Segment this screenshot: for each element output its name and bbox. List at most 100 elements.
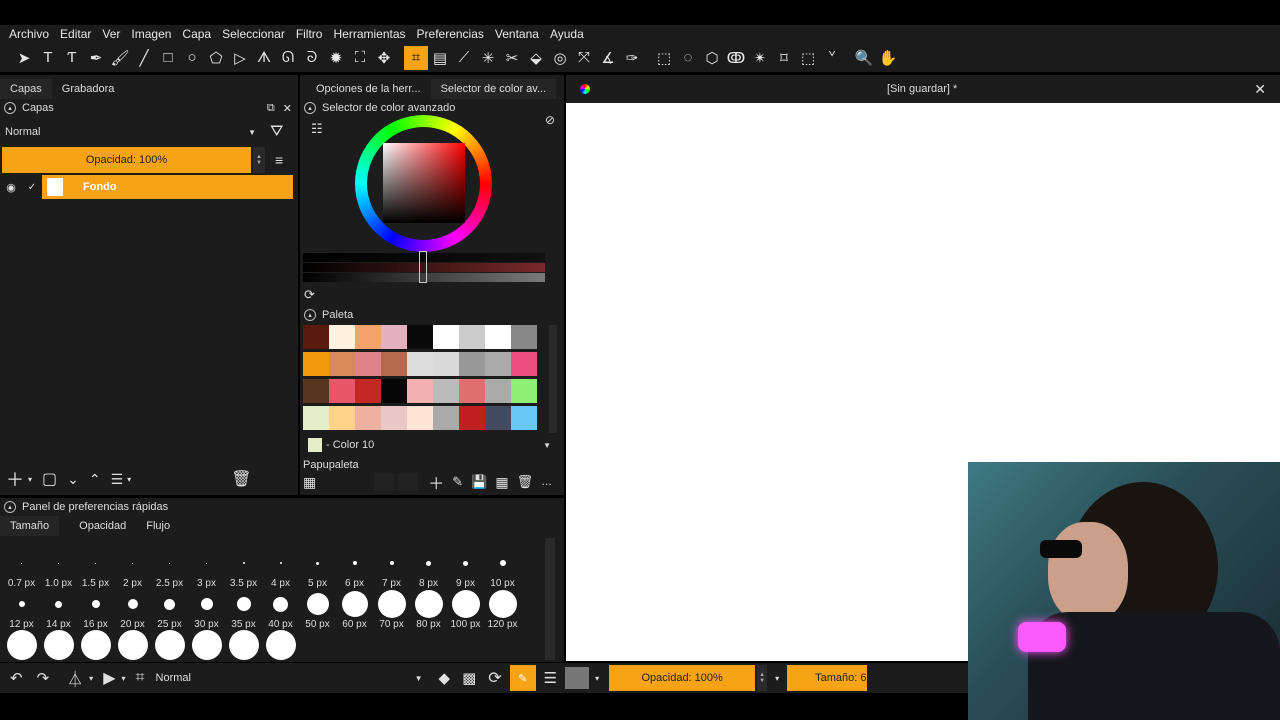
size-preset[interactable] bbox=[188, 630, 225, 660]
size-label[interactable]: 100 px bbox=[447, 619, 484, 630]
size-preset[interactable] bbox=[151, 630, 188, 660]
palette-swatch[interactable] bbox=[303, 352, 329, 376]
size-preset[interactable]: 3.5 px bbox=[225, 548, 262, 589]
size-preset[interactable] bbox=[151, 589, 188, 619]
palette-swatch[interactable] bbox=[485, 406, 511, 430]
opacity-spinner[interactable]: ▲ ▼ bbox=[757, 665, 768, 691]
ruler-icon[interactable]: ∡ bbox=[596, 46, 620, 70]
tab-tool-options[interactable]: Opciones de la herr... bbox=[300, 79, 431, 99]
palette-swatch[interactable] bbox=[329, 406, 355, 430]
layer-item[interactable]: Fondo bbox=[42, 175, 293, 199]
reload-icon[interactable]: ⟳ bbox=[488, 668, 501, 688]
palette-swatch[interactable] bbox=[329, 379, 355, 403]
palette-swatch[interactable] bbox=[355, 325, 381, 349]
size-label[interactable]: 60 px bbox=[336, 619, 373, 630]
opacity-slider[interactable]: Opacidad: 100% bbox=[2, 147, 251, 173]
bezier-icon[interactable]: ᗑ bbox=[252, 46, 276, 70]
alpha-lock-icon[interactable]: ▩ bbox=[462, 669, 476, 687]
move-down-icon[interactable]: ⌄ bbox=[67, 471, 79, 488]
reset-icon[interactable]: ⊘ bbox=[545, 113, 555, 127]
size-label[interactable]: 80 px bbox=[410, 619, 447, 630]
size-preset[interactable] bbox=[3, 589, 40, 619]
tab-opacidad[interactable]: Opacidad bbox=[69, 516, 136, 536]
size-preset[interactable] bbox=[188, 589, 225, 619]
wrap-icon[interactable]: ▶ bbox=[103, 668, 115, 688]
size-label[interactable]: 40 px bbox=[262, 619, 299, 630]
delete-layer-icon[interactable]: 🗑 bbox=[231, 469, 251, 489]
palette-grid-icon[interactable]: ▦ bbox=[303, 474, 316, 491]
arrow-shape-icon[interactable]: ▷ bbox=[228, 46, 252, 70]
chevron-down-icon[interactable]: ▾ bbox=[89, 674, 93, 683]
transform-icon[interactable]: ⤧ bbox=[572, 46, 596, 70]
palette-swatch[interactable] bbox=[459, 379, 485, 403]
palette-swatch[interactable] bbox=[511, 406, 537, 430]
size-label[interactable]: 14 px bbox=[40, 619, 77, 630]
size-preset[interactable]: 8 px bbox=[410, 548, 447, 589]
menu-item-preferencias[interactable]: Preferencias bbox=[417, 27, 484, 41]
hand-icon[interactable]: ✋ bbox=[876, 46, 900, 70]
palette-swatch[interactable] bbox=[433, 352, 459, 376]
size-preset[interactable]: 6 px bbox=[336, 548, 373, 589]
slider-handle[interactable] bbox=[419, 251, 427, 283]
menu-item-imagen[interactable]: Imagen bbox=[131, 27, 171, 41]
chevron-down-icon[interactable]: ▾ bbox=[122, 674, 126, 683]
gradient-icon[interactable]: ▤ bbox=[428, 46, 452, 70]
brush-opacity-slider[interactable]: Opacidad: 100% bbox=[609, 665, 756, 691]
crop-icon[interactable]: ⌗ bbox=[136, 669, 145, 687]
size-preset[interactable] bbox=[3, 630, 40, 660]
size-label[interactable]: 50 px bbox=[299, 619, 336, 630]
tab-capas[interactable]: Capas bbox=[0, 79, 52, 99]
brush-blend-select[interactable]: Normal ▼ bbox=[150, 667, 429, 689]
size-label[interactable]: 120 px bbox=[484, 619, 521, 630]
text-icon[interactable]: T bbox=[36, 46, 60, 70]
visibility-icon[interactable]: ◉ bbox=[0, 181, 22, 194]
collapse-icon[interactable]: ▴ bbox=[304, 309, 316, 321]
palette-swatch[interactable] bbox=[433, 325, 459, 349]
size-preset[interactable]: 4 px bbox=[262, 548, 299, 589]
undock-icon[interactable]: ⧉ bbox=[267, 102, 275, 115]
size-preset[interactable] bbox=[114, 630, 151, 660]
palette-swatch[interactable] bbox=[329, 325, 355, 349]
size-preset[interactable]: 0.7 px bbox=[3, 548, 40, 589]
size-label[interactable]: 30 px bbox=[188, 619, 225, 630]
palette-swatch[interactable] bbox=[303, 379, 329, 403]
add-color-icon[interactable]: ＋ bbox=[428, 470, 444, 494]
size-label[interactable]: 12 px bbox=[3, 619, 40, 630]
size-preset[interactable] bbox=[225, 630, 262, 660]
brush-tip-icon[interactable] bbox=[565, 667, 590, 689]
palette-swatch[interactable] bbox=[355, 379, 381, 403]
move-icon[interactable]: ✥ bbox=[372, 46, 396, 70]
size-preset[interactable] bbox=[77, 630, 114, 660]
layer-properties-icon[interactable]: ☰ bbox=[111, 471, 124, 488]
size-label[interactable]: 25 px bbox=[151, 619, 188, 630]
menu-item-editar[interactable]: Editar bbox=[60, 27, 91, 41]
size-label[interactable]: 16 px bbox=[77, 619, 114, 630]
size-preset[interactable]: 1.5 px bbox=[77, 548, 114, 589]
palette-swatch[interactable] bbox=[485, 325, 511, 349]
poly-select-icon[interactable]: ⬡ bbox=[700, 46, 724, 70]
palette-swatch[interactable] bbox=[485, 352, 511, 376]
polygon-icon[interactable]: ⬠ bbox=[204, 46, 228, 70]
size-preset[interactable]: 9 px bbox=[447, 548, 484, 589]
save-icon[interactable]: 💾 bbox=[471, 474, 487, 490]
ellipse-icon[interactable]: ○ bbox=[180, 46, 204, 70]
palette-swatch[interactable] bbox=[303, 406, 329, 430]
tab-color-selector[interactable]: Selector de color av... bbox=[430, 79, 557, 99]
ellipse-select-icon[interactable]: ◌ bbox=[676, 46, 700, 70]
curve-icon[interactable]: ᘐ bbox=[300, 46, 324, 70]
brush-size-slider[interactable]: Tamaño: 6 bbox=[787, 665, 868, 691]
zoom-icon[interactable]: 🔍 bbox=[852, 46, 876, 70]
add-layer-icon[interactable]: ＋ bbox=[6, 466, 24, 492]
menu-item-filtro[interactable]: Filtro bbox=[296, 27, 323, 41]
collapse-icon[interactable]: ▴ bbox=[4, 501, 16, 513]
chevron-down-icon[interactable]: ▾ bbox=[28, 475, 32, 484]
brush-icon[interactable]: 🖌 bbox=[108, 46, 132, 70]
close-icon[interactable]: ✕ bbox=[1254, 81, 1266, 98]
palette-swatch[interactable] bbox=[381, 325, 407, 349]
pin-icon[interactable]: ✑ bbox=[620, 46, 644, 70]
color-wheel[interactable] bbox=[355, 115, 492, 252]
filter-icon[interactable]: ⛛ bbox=[270, 123, 283, 141]
settings-list-icon[interactable]: ☷ bbox=[311, 121, 323, 137]
size-preset[interactable] bbox=[262, 630, 299, 660]
tab-grabadora[interactable]: Grabadora bbox=[52, 79, 125, 99]
